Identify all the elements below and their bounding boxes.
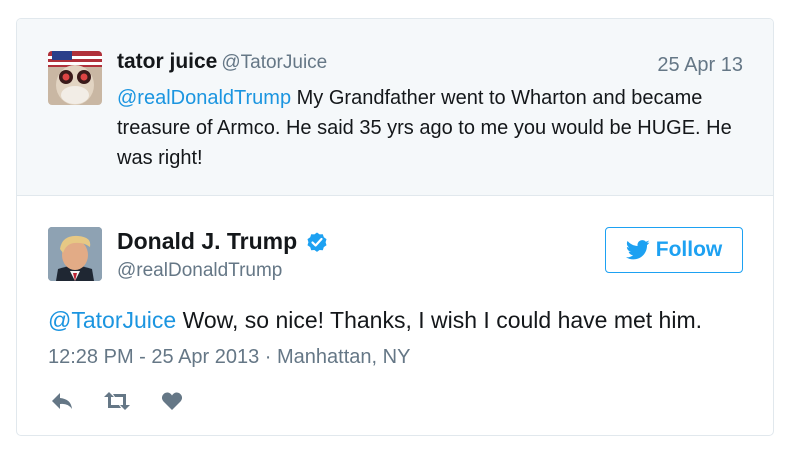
tweet-timestamp[interactable]: 12:28 PM - 25 Apr 2013 · Manhattan, NY	[48, 346, 410, 369]
avatar[interactable]	[48, 51, 102, 105]
parent-mention-link[interactable]: @realDonaldTrump	[117, 87, 291, 109]
retweet-icon	[104, 392, 130, 410]
tweet-body: Wow, so nice! Thanks, I wish I could hav…	[176, 307, 703, 333]
retweet-button[interactable]	[103, 389, 131, 413]
parent-author-handle[interactable]: @TatorJuice	[221, 52, 327, 73]
author-name-text[interactable]: Donald J. Trump	[117, 228, 297, 255]
mention-link[interactable]: @TatorJuice	[48, 307, 176, 333]
parent-tweet-date[interactable]: 25 Apr 13	[657, 54, 743, 77]
reply-button[interactable]	[48, 389, 76, 413]
tweet-text: @TatorJuice Wow, so nice! Thanks, I wish…	[48, 307, 702, 334]
follow-button-label: Follow	[655, 238, 723, 261]
bird-icon	[625, 240, 650, 260]
author-handle[interactable]: @realDonaldTrump	[117, 260, 282, 282]
verified-badge-icon	[307, 232, 327, 252]
parent-author-name[interactable]: tator juice	[117, 50, 217, 73]
reply-icon	[52, 393, 72, 409]
avatar-image	[48, 51, 102, 105]
author-avatar[interactable]	[48, 227, 102, 281]
author-name[interactable]: Donald J. Trump	[117, 228, 329, 255]
tweet-actions	[48, 389, 213, 413]
author-avatar-image	[48, 227, 102, 281]
parent-author[interactable]: tator juice @TatorJuice	[117, 50, 327, 74]
tweet-card: tator juice @TatorJuice 25 Apr 13 @realDo…	[16, 18, 774, 436]
follow-button[interactable]: Follow	[605, 227, 743, 273]
heart-icon	[161, 392, 183, 410]
parent-tweet[interactable]: tator juice @TatorJuice 25 Apr 13 @realDo…	[17, 19, 773, 196]
like-button[interactable]	[158, 389, 186, 413]
parent-tweet-text: @realDonaldTrump My Grandfather went to …	[117, 83, 757, 173]
